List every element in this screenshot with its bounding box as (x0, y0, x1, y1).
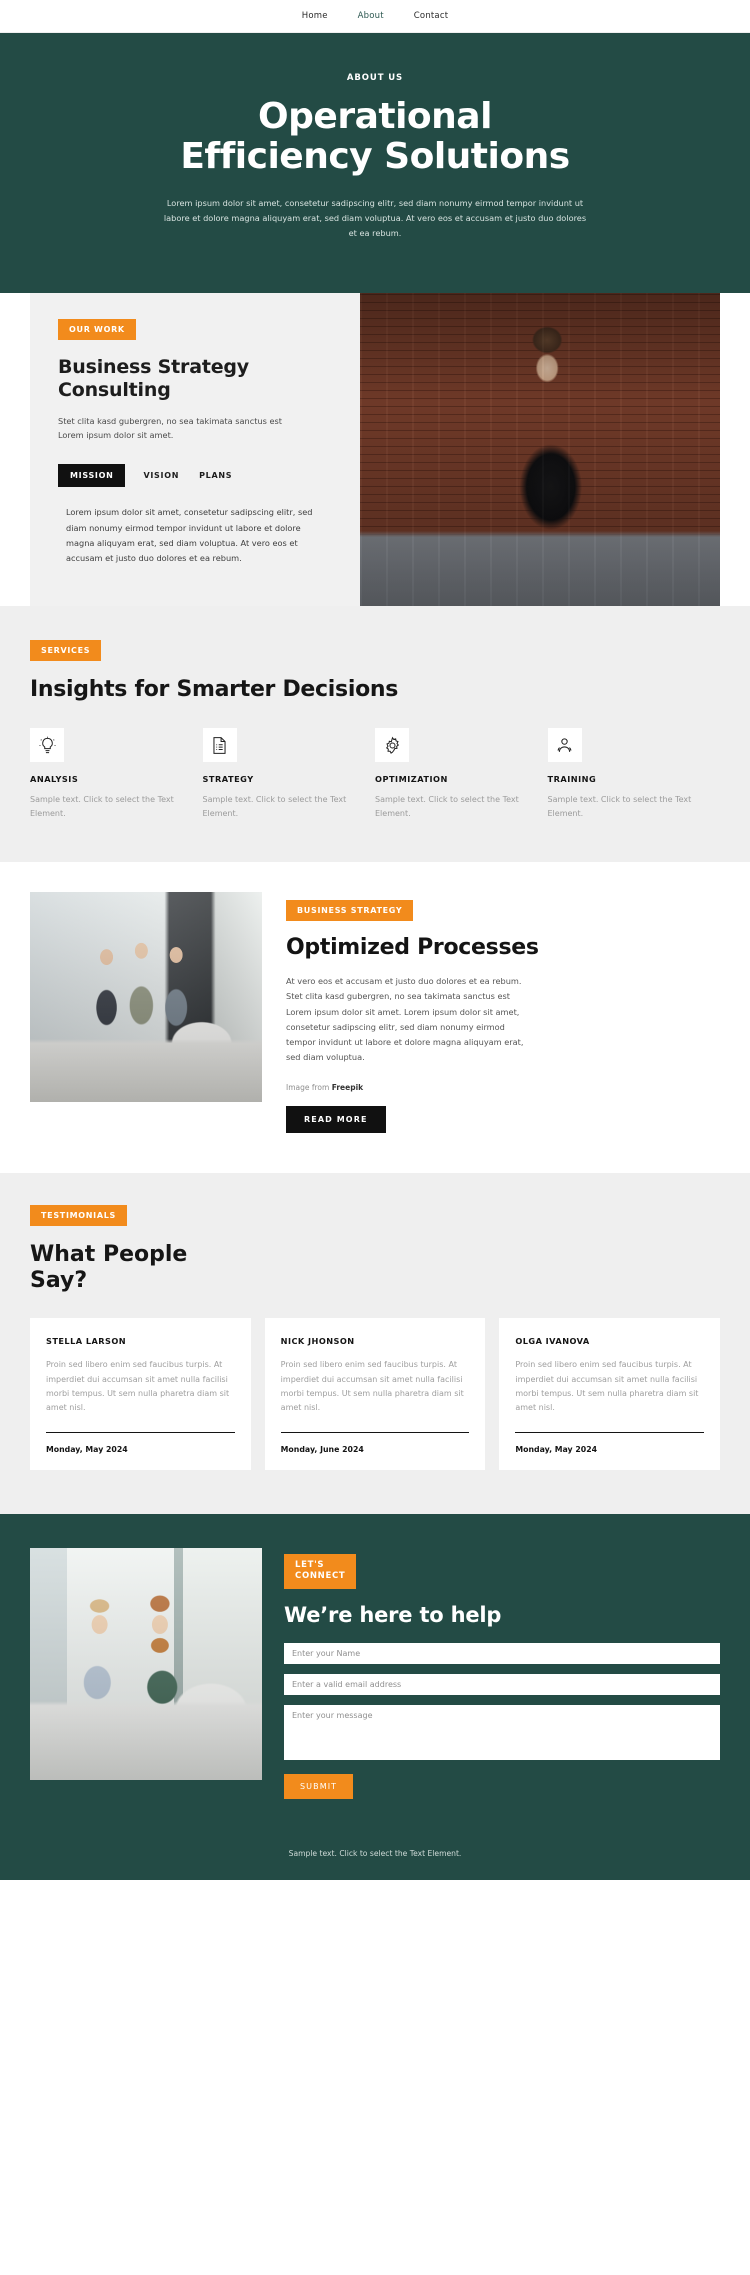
testimonials-section: TESTIMONIALS What People Say? STELLA LAR… (0, 1173, 750, 1514)
image-credit: Image from Freepik (286, 1083, 720, 1092)
nav-item-home[interactable]: Home (302, 11, 328, 21)
landing-page: Home About Contact ABOUT US Operational … (0, 0, 750, 1880)
business-strategy-badge: BUSINESS STRATEGY (286, 900, 414, 922)
badge-line1: LET'S (295, 1559, 325, 1570)
hero-eyebrow: ABOUT US (346, 73, 404, 83)
contact-section: LET'S CONNECT We’re here to help SUBMIT (0, 1513, 750, 1839)
divider (280, 1431, 470, 1433)
testimonials-grid: STELLA LARSON Proin sed libero enim sed … (30, 1318, 721, 1470)
work-tabs: MISSION VISION PLANS (58, 464, 332, 488)
nav-item-about[interactable]: About (358, 11, 384, 21)
testimonial-date: Monday, May 2024 (515, 1444, 598, 1454)
testimonials-title: What People Say? (30, 1242, 720, 1294)
testimonial-card: NICK JHONSON Proin sed libero enim sed f… (264, 1318, 486, 1470)
services-section: SERVICES Insights for Smarter Decisions … (0, 606, 750, 863)
service-name: TRAINING (547, 774, 597, 785)
testimonial-card: OLGA IVANOVA Proin sed libero enim sed f… (499, 1318, 721, 1470)
testimonials-badge: TESTIMONIALS (30, 1205, 128, 1227)
our-work-badge: OUR WORK (58, 319, 136, 341)
services-grid: ANALYSIS Sample text. Click to select th… (30, 728, 720, 820)
testimonials-title-line1: What People (30, 1242, 188, 1268)
image-credit-prefix: Image from (286, 1083, 332, 1093)
testimonial-date: Monday, June 2024 (280, 1444, 364, 1454)
image-credit-source[interactable]: Freepik (332, 1083, 363, 1092)
footer-text: Sample text. Click to select the Text El… (288, 1848, 462, 1858)
document-list-icon (202, 728, 237, 763)
submit-button[interactable]: SUBMIT (284, 1773, 354, 1799)
testimonial-date: Monday, May 2024 (46, 1444, 128, 1454)
service-card-optimization[interactable]: OPTIMIZATION Sample text. Click to selec… (375, 728, 548, 820)
hero-title-line1: Operational (258, 96, 492, 137)
service-desc: Sample text. Click to select the Text El… (375, 795, 519, 818)
testimonial-text: Proin sed libero enim sed faucibus turpi… (46, 1360, 230, 1413)
testimonial-card: STELLA LARSON Proin sed libero enim sed … (30, 1318, 251, 1470)
service-desc: Sample text. Click to select the Text El… (30, 795, 174, 818)
nav-item-contact[interactable]: Contact (414, 11, 448, 21)
tab-plans[interactable]: PLANS (197, 465, 234, 486)
testimonial-author: OLGA IVANOVA (515, 1336, 590, 1347)
our-work-section: OUR WORK Business Strategy Consulting St… (0, 293, 750, 607)
contact-title: We’re here to help (284, 1602, 502, 1627)
hero-paragraph: Lorem ipsum dolor sit amet, consetetur s… (163, 197, 587, 238)
read-more-button[interactable]: READ MORE (286, 1106, 386, 1134)
service-card-analysis[interactable]: ANALYSIS Sample text. Click to select th… (30, 728, 203, 820)
testimonial-text: Proin sed libero enim sed faucibus turpi… (515, 1360, 699, 1413)
footer: Sample text. Click to select the Text El… (0, 1838, 750, 1880)
page-title: Operational Efficiency Solutions (75, 96, 675, 178)
work-tab-body: Lorem ipsum dolor sit amet, consetetur s… (66, 507, 313, 563)
tab-mission[interactable]: MISSION (58, 464, 126, 488)
optimized-title: Optimized Processes (286, 935, 539, 961)
service-name: STRATEGY (202, 774, 254, 785)
top-navigation: Home About Contact (0, 0, 750, 33)
badge-line2: CONNECT (295, 1571, 346, 1582)
name-field[interactable] (284, 1642, 720, 1664)
services-title: Insights for Smarter Decisions (30, 677, 399, 703)
testimonial-author: NICK JHONSON (280, 1336, 355, 1347)
contact-form: LET'S CONNECT We’re here to help SUBMIT (284, 1548, 720, 1799)
message-field[interactable] (284, 1704, 720, 1760)
tab-vision[interactable]: VISION (141, 465, 181, 486)
gear-icon (375, 728, 409, 763)
service-desc: Sample text. Click to select the Text El… (202, 795, 347, 818)
hero-title-line2: Efficiency Solutions (180, 136, 570, 178)
work-lede: Stet clita kasd gubergren, no sea takima… (58, 415, 283, 441)
testimonial-text: Proin sed libero enim sed faucibus turpi… (280, 1360, 464, 1413)
service-name: ANALYSIS (30, 774, 79, 785)
optimized-processes-section: BUSINESS STRATEGY Optimized Processes At… (0, 862, 750, 1174)
divider (515, 1431, 705, 1433)
lightbulb-icon (30, 728, 64, 763)
service-card-training[interactable]: TRAINING Sample text. Click to select th… (547, 728, 721, 820)
work-photo (360, 293, 720, 607)
service-card-strategy[interactable]: STRATEGY Sample text. Click to select th… (202, 728, 376, 820)
divider (46, 1431, 235, 1433)
services-badge: SERVICES (30, 640, 102, 662)
service-name: OPTIMIZATION (375, 774, 448, 785)
testimonial-author: STELLA LARSON (46, 1336, 127, 1347)
work-card: OUR WORK Business Strategy Consulting St… (30, 293, 360, 607)
person-icon (547, 728, 582, 763)
work-title: Business Strategy Consulting (58, 356, 249, 401)
hero-section: ABOUT US Operational Efficiency Solution… (0, 33, 750, 294)
optimized-photo (30, 892, 262, 1103)
email-field[interactable] (284, 1673, 720, 1695)
lets-connect-badge: LET'S CONNECT (284, 1553, 357, 1589)
contact-photo (30, 1547, 262, 1780)
testimonials-title-line2: Say? (30, 1268, 88, 1294)
service-desc: Sample text. Click to select the Text El… (547, 795, 692, 818)
optimized-paragraph: At vero eos et accusam et justo duo dolo… (286, 976, 524, 1063)
